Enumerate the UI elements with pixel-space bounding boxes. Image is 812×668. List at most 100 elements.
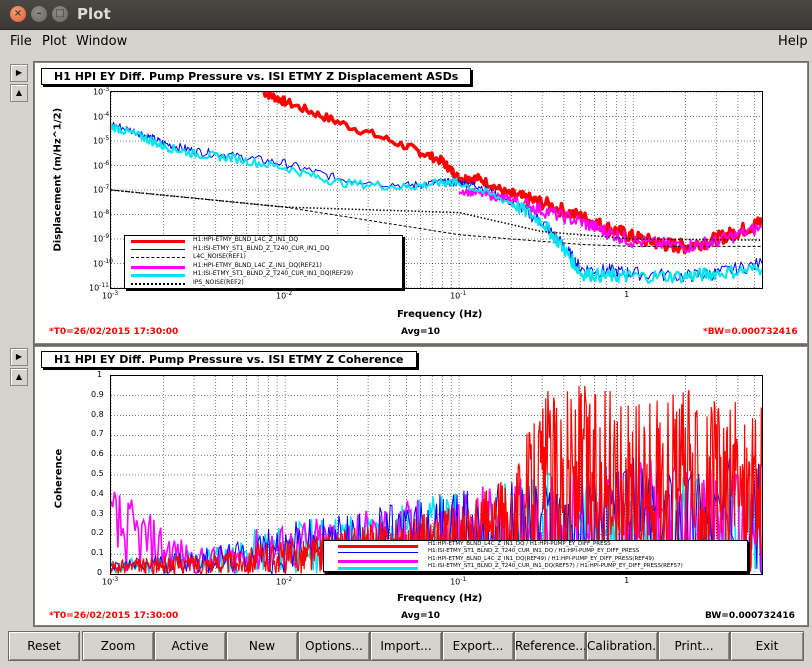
coherence-t0-label: *T0=26/02/2015 17:30:00 <box>49 611 179 621</box>
menu-window[interactable]: Window <box>76 34 127 49</box>
asd-plot-frame[interactable]: H1:HPI-ETMY_BLND_L4C_Z_IN1_DQ H1:ISI-ETMY… <box>110 91 763 289</box>
asd-ytick-label: 10-7 <box>93 184 110 195</box>
coherence-xtick-label: 10-3 <box>102 576 119 587</box>
coherence-plot-pad[interactable]: H1 HPI EY Diff. Pump Pressure vs. ISI ET… <box>34 346 808 626</box>
legend-label: H1:HPI-ETMY_BLND_L4C_Z_IN1_DQ / H1:HPI-P… <box>428 541 611 547</box>
import-button[interactable]: Import... <box>370 631 442 661</box>
menu-plot[interactable]: Plot <box>42 34 67 49</box>
coherence-legend-entry: H1:HPI-ETMY_BLND_L4C_Z_IN1_DQ / H1:HPI-P… <box>324 541 747 548</box>
pad1-expand-button[interactable]: ▶ <box>10 64 28 82</box>
asd-ytick-label: 10-10 <box>93 257 113 269</box>
coherence-ytick-label: 1 <box>97 370 103 379</box>
active-button[interactable]: Active <box>154 631 226 661</box>
coherence-ylabel: Coherence <box>53 448 65 509</box>
asd-series-line <box>111 189 762 241</box>
asd-xtick-label: 1 <box>624 290 630 299</box>
legend-swatch <box>131 274 185 278</box>
zoom-button[interactable]: Zoom <box>82 631 154 661</box>
coherence-xtick-label: 1 <box>624 576 630 585</box>
asd-ytick-label: 10-9 <box>93 233 110 244</box>
window-title: Plot <box>77 5 111 23</box>
coherence-avg-label: Avg=10 <box>401 611 441 621</box>
asd-xlabel: Frequency (Hz) <box>397 309 483 320</box>
coherence-xtick-label: 10-2 <box>276 576 293 587</box>
calibration-button[interactable]: Calibration... <box>586 631 658 661</box>
menubar: File Plot Window Help <box>0 30 812 54</box>
asd-legend-entry: H1:ISI-ETMY_ST1_BLND_Z_T240_CUR_IN1_DQ <box>125 245 402 254</box>
legend-label: L4C_NOISE(REF1) <box>193 253 246 261</box>
coherence-ytick-label: 0.9 <box>91 389 104 399</box>
asd-legend-entry: H1:HPI-ETMY_BLND_L4C_Z_IN1_DQ(REF21) <box>125 262 402 271</box>
new-button[interactable]: New <box>226 631 298 661</box>
maximize-window-button[interactable]: □ <box>52 6 68 22</box>
legend-swatch <box>131 265 185 269</box>
exit-button[interactable]: Exit <box>730 631 804 661</box>
coherence-plot-title: H1 HPI EY Diff. Pump Pressure vs. ISI ET… <box>41 351 417 368</box>
asd-plot-title: H1 HPI EY Diff. Pump Pressure vs. ISI ET… <box>41 68 472 85</box>
menu-file[interactable]: File <box>10 34 32 49</box>
asd-ylabel: Displacement (m/Hz^1/2) <box>52 107 64 252</box>
asd-ytick-label: 10-8 <box>93 208 110 220</box>
legend-label: H1:ISI-ETMY_ST1_BLND_Z_T240_CUR_IN1_DQ <box>193 244 330 252</box>
coherence-ytick-label: 0.6 <box>91 449 104 459</box>
asd-xtick-label: 10-1 <box>450 290 467 301</box>
print-button[interactable]: Print... <box>658 631 730 661</box>
asd-ytick-label: 10-5 <box>93 135 110 146</box>
legend-label: H1:ISI-ETMY_ST1_BLND_Z_T240_CUR_IN1_DQ(R… <box>193 270 354 278</box>
coherence-bw-label: BW=0.000732416 <box>705 611 795 621</box>
reference-button[interactable]: Reference... <box>514 631 586 661</box>
legend-label: H1:HPI-ETMY_BLND_L4C_Z_IN1_DQ <box>193 236 299 243</box>
legend-swatch <box>131 282 185 285</box>
window-titlebar: × – □ Plot <box>0 0 812 30</box>
legend-swatch <box>131 240 185 243</box>
close-window-button[interactable]: × <box>10 6 26 22</box>
options-button[interactable]: Options... <box>298 631 370 661</box>
legend-swatch <box>131 248 185 250</box>
coherence-ytick-label: 0.1 <box>91 548 104 558</box>
coherence-plot-frame[interactable]: H1:HPI-ETMY_BLND_L4C_Z_IN1_DQ / H1:HPI-P… <box>110 375 763 575</box>
asd-legend-entry: H1:HPI-ETMY_BLND_L4C_Z_IN1_DQ <box>125 236 402 245</box>
legend-label: H1:HPI-ETMY_BLND_L4C_Z_IN1_DQ(REF49) / H… <box>428 555 655 562</box>
coherence-ytick-label: 0.2 <box>91 528 104 538</box>
asd-legend-entry: L4C_NOISE(REF1) <box>125 253 402 262</box>
asd-ytick-label: 10-3 <box>93 86 110 97</box>
coherence-ytick-label: 0.3 <box>91 508 104 518</box>
asd-bw-label: *BW=0.000732416 <box>703 327 798 337</box>
legend-swatch <box>338 567 418 571</box>
legend-swatch <box>338 552 418 554</box>
coherence-ytick-label: 0.8 <box>91 409 104 419</box>
asd-xtick-label: 10-2 <box>276 290 293 301</box>
coherence-ytick-label: 0.5 <box>91 469 104 478</box>
coherence-legend: H1:HPI-ETMY_BLND_L4C_Z_IN1_DQ / H1:HPI-P… <box>323 540 748 572</box>
reset-button[interactable]: Reset <box>8 631 80 661</box>
coherence-ytick-label: 0.7 <box>91 429 104 439</box>
coherence-legend-entry: H1:HPI-ETMY_BLND_L4C_Z_IN1_DQ(REF49) / H… <box>324 556 747 563</box>
coherence-legend-entry: H1:ISI-ETMY_ST1_BLND_Z_T240_CUR_IN1_DQ(R… <box>324 563 747 571</box>
asd-plot-pad[interactable]: H1 HPI EY Diff. Pump Pressure vs. ISI ET… <box>34 62 808 344</box>
minimize-window-button[interactable]: – <box>31 6 47 22</box>
asd-ytick-label: 10-4 <box>93 110 110 122</box>
export-button[interactable]: Export... <box>442 631 514 661</box>
legend-label: H1:ISI-ETMY_ST1_BLND_Z_T240_CUR_IN1_DQ(R… <box>428 563 683 570</box>
legend-label: H1:ISI-ETMY_ST1_BLND_Z_T240_CUR_IN1_DQ /… <box>428 548 640 555</box>
asd-xtick-label: 10-3 <box>102 290 119 301</box>
pad2-up-button[interactable]: ▲ <box>10 368 28 386</box>
asd-t0-label: *T0=26/02/2015 17:30:00 <box>49 327 179 337</box>
asd-series-line <box>262 92 762 255</box>
button-bar: Reset Zoom Active New Options... Import.… <box>0 628 812 668</box>
pad1-up-button[interactable]: ▲ <box>10 84 28 102</box>
coherence-xtick-label: 10-1 <box>450 576 467 587</box>
coherence-legend-entry: H1:ISI-ETMY_ST1_BLND_Z_T240_CUR_IN1_DQ /… <box>324 548 747 555</box>
menu-help[interactable]: Help <box>778 34 808 49</box>
pad2-expand-button[interactable]: ▶ <box>10 348 28 366</box>
coherence-ytick-label: 0.4 <box>91 488 104 498</box>
legend-swatch <box>131 257 185 259</box>
asd-legend: H1:HPI-ETMY_BLND_L4C_Z_IN1_DQ H1:ISI-ETMY… <box>124 235 403 289</box>
asd-legend-entry: H1:ISI-ETMY_ST1_BLND_Z_T240_CUR_IN1_DQ(R… <box>125 270 402 279</box>
legend-label: IPS_NOISE(REF2) <box>193 278 244 286</box>
legend-label: H1:HPI-ETMY_BLND_L4C_Z_IN1_DQ(REF21) <box>193 261 322 269</box>
asd-series-line <box>458 187 762 254</box>
coherence-xlabel: Frequency (Hz) <box>397 593 483 604</box>
asd-legend-entry: IPS_NOISE(REF2) <box>125 279 402 288</box>
asd-ytick-label: 10-6 <box>93 159 110 171</box>
